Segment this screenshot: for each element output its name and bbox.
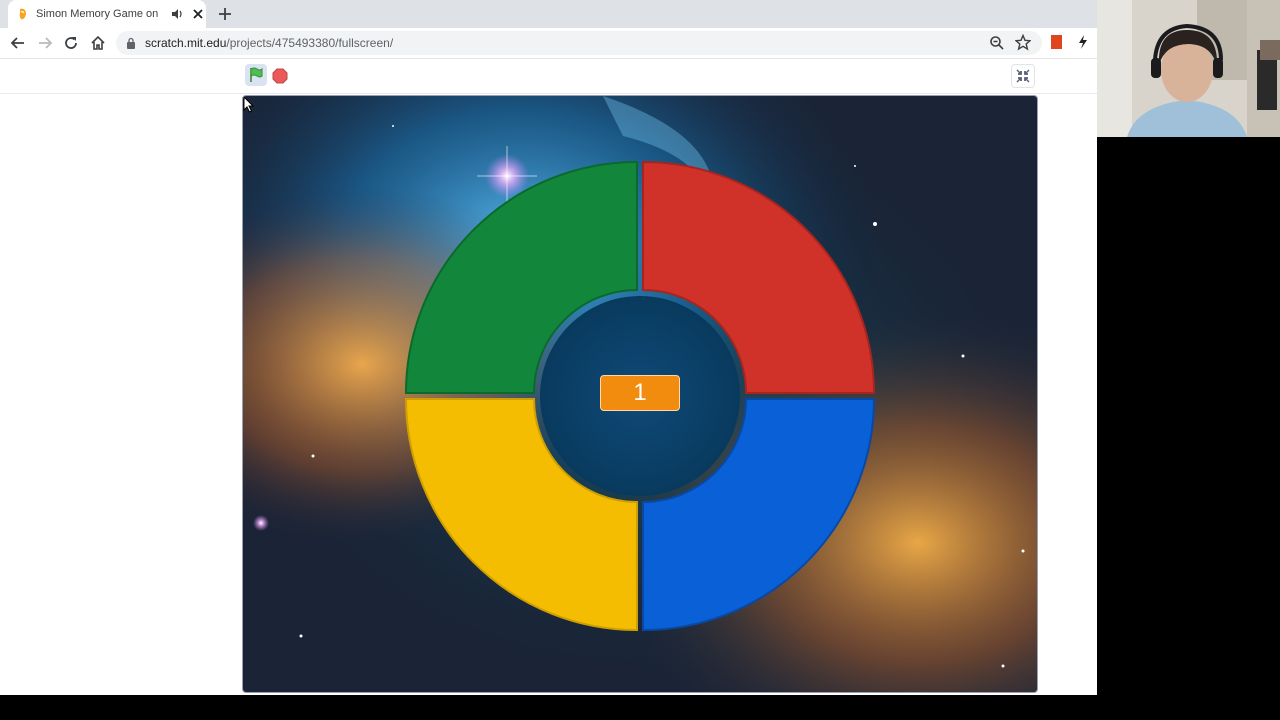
url-path: /projects/475493380/fullscreen/ xyxy=(226,36,394,50)
browser-window: Simon Memory Game on Scratch xyxy=(0,0,1097,695)
exit-fullscreen-icon xyxy=(1016,69,1030,83)
speaker-icon[interactable] xyxy=(171,7,183,21)
url-host: scratch.mit.edu xyxy=(145,36,227,50)
tab-title: Simon Memory Game on Scratch xyxy=(36,8,162,20)
browser-toolbar: scratch.mit.edu/projects/475493380/fulls… xyxy=(0,28,1097,59)
reload-icon[interactable] xyxy=(62,34,80,52)
green-flag-button[interactable] xyxy=(245,64,267,86)
address-bar[interactable]: scratch.mit.edu/projects/475493380/fulls… xyxy=(116,31,1042,55)
home-icon[interactable] xyxy=(89,34,107,52)
plus-icon[interactable] xyxy=(216,5,234,23)
back-arrow-icon[interactable] xyxy=(9,34,27,52)
forward-arrow-icon[interactable] xyxy=(36,34,54,52)
lightning-extension-icon[interactable] xyxy=(1076,34,1090,50)
tab-strip: Simon Memory Game on Scratch xyxy=(0,0,1097,28)
scratch-controls-bar xyxy=(0,59,1097,94)
letterbox-bar xyxy=(0,695,1280,720)
bookmark-star-icon[interactable] xyxy=(1015,34,1031,51)
exit-fullscreen-button[interactable] xyxy=(1011,64,1035,88)
project-stage[interactable]: 1 xyxy=(242,95,1038,693)
mouse-cursor-icon xyxy=(243,96,255,113)
zoom-icon[interactable] xyxy=(989,35,1005,51)
green-flag-icon xyxy=(250,67,263,82)
url-text: scratch.mit.edu/projects/475493380/fulls… xyxy=(145,36,393,50)
tab-simon-memory-game[interactable]: Simon Memory Game on Scratch xyxy=(8,0,206,28)
scratch-cat-icon xyxy=(19,8,26,20)
stop-sign-icon[interactable] xyxy=(272,68,288,84)
close-icon[interactable] xyxy=(191,7,205,21)
extension-icon[interactable] xyxy=(1051,35,1062,49)
score-display: 1 xyxy=(600,375,680,411)
webcam-person-image xyxy=(1097,0,1280,137)
webcam-overlay xyxy=(1097,0,1280,137)
lock-icon xyxy=(127,37,135,49)
